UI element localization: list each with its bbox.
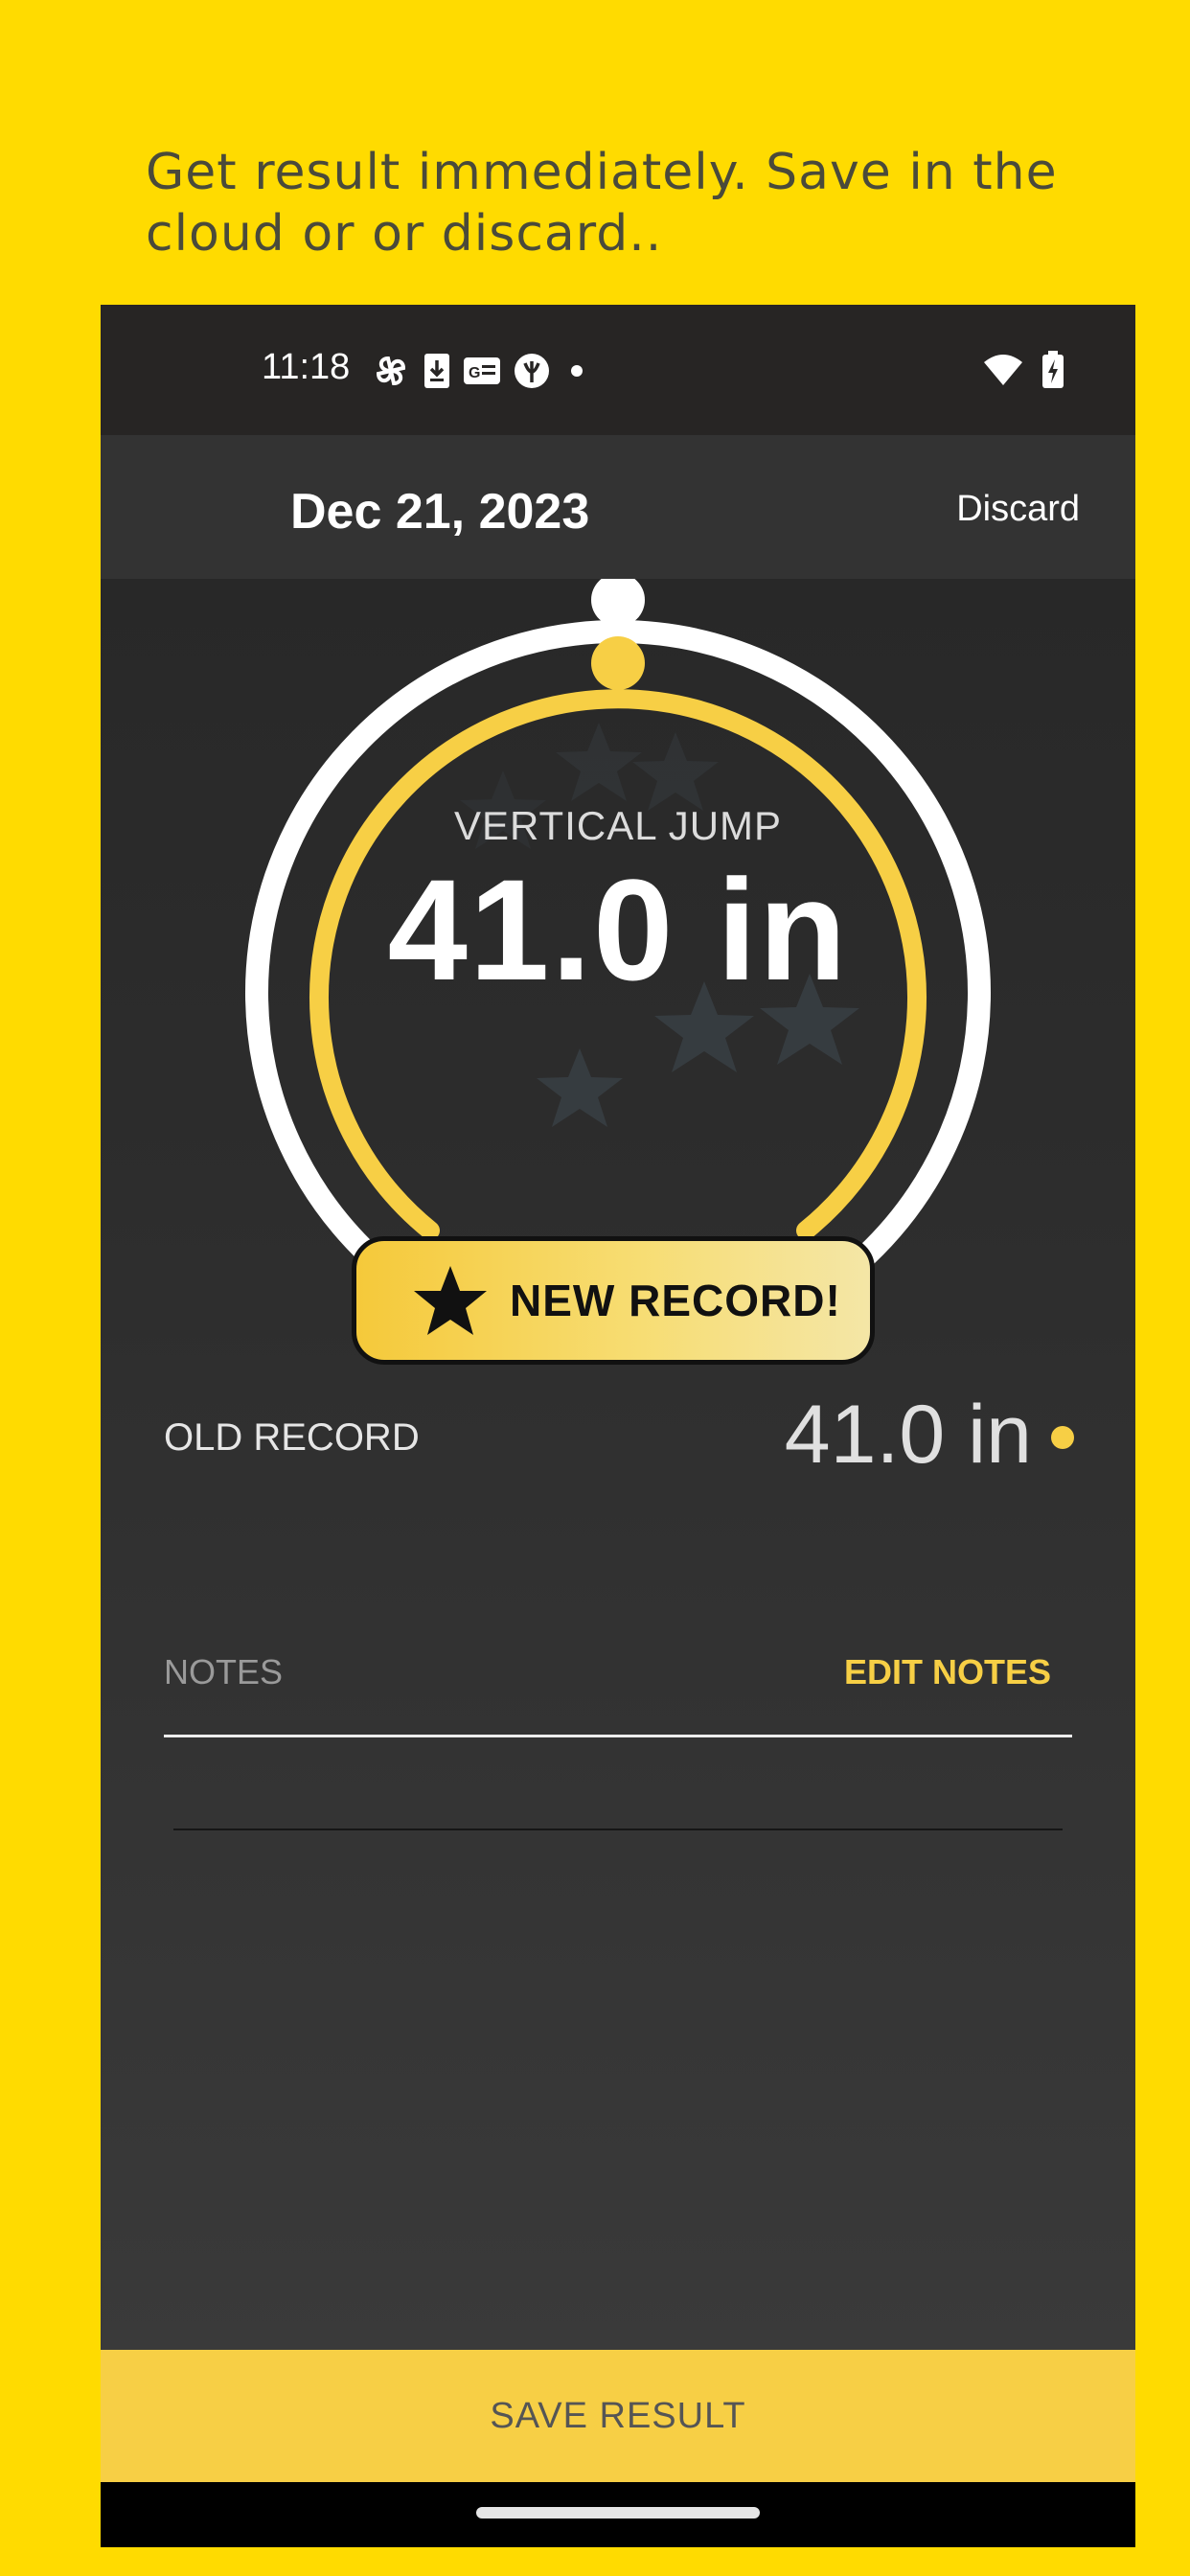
old-record-value: 41.0 in	[784, 1389, 1032, 1481]
metric-label: VERTICAL JUMP	[453, 803, 783, 848]
result-value: 41.0 in	[387, 849, 849, 1010]
new-record-label: NEW RECORD!	[510, 1276, 841, 1325]
notes-divider	[164, 1735, 1072, 1737]
wifi-icon	[984, 355, 1022, 385]
star-icon	[414, 1266, 487, 1335]
svg-text:G: G	[469, 365, 480, 381]
battery-charging-icon	[1042, 351, 1064, 388]
inner-ring-handle	[591, 636, 645, 690]
discard-button[interactable]: Discard	[956, 489, 1080, 530]
phone-screen: 11:18 G Dec 21, 2023 Discard VERTICAL JU…	[101, 305, 1135, 2547]
notes-field[interactable]	[173, 1828, 1063, 1830]
status-right-icons	[982, 351, 1064, 389]
news-icon: G	[464, 357, 500, 384]
dot-icon	[571, 365, 583, 377]
edit-notes-button[interactable]: EDIT NOTES	[844, 1652, 1051, 1692]
save-result-button[interactable]: SAVE RESULT	[101, 2350, 1135, 2482]
new-record-badge: NEW RECORD!	[352, 1236, 875, 1365]
status-icons: G	[371, 347, 591, 395]
screenshot-caption: Get result immediately. Save in the clou…	[146, 144, 1058, 263]
status-time: 11:18	[262, 347, 351, 387]
notes-label: NOTES	[164, 1652, 284, 1691]
home-gesture-handle[interactable]	[476, 2507, 760, 2518]
pinwheel-icon	[376, 356, 406, 386]
navigation-bar	[101, 2482, 1135, 2547]
status-bar: 11:18 G	[101, 305, 1135, 435]
shield-icon	[515, 354, 549, 388]
download-icon	[424, 354, 449, 388]
old-record-label: OLD RECORD	[164, 1416, 420, 1459]
outer-ring-handle	[591, 579, 645, 627]
result-date: Dec 21, 2023	[290, 484, 590, 540]
old-record-indicator-dot	[1051, 1426, 1074, 1449]
result-header: Dec 21, 2023 Discard	[101, 435, 1135, 579]
